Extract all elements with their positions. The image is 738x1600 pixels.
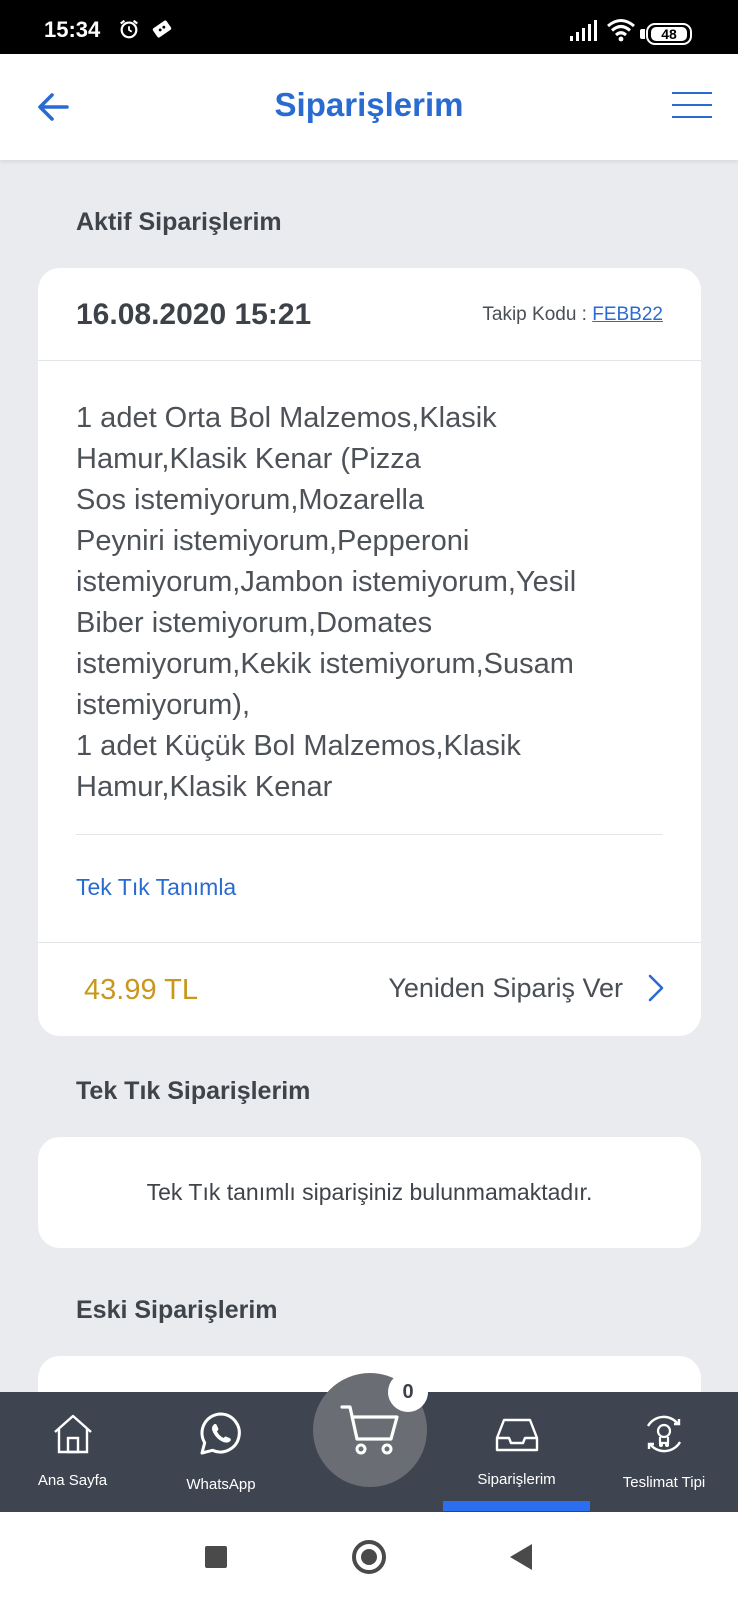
- app-header: Siparişlerim: [0, 54, 738, 160]
- order-description-line: istemiyorum,Jambon istemiyorum,Yesil: [76, 566, 577, 598]
- app-notification-icon: [152, 20, 172, 38]
- battery-icon: 48: [646, 23, 692, 45]
- order-description-line: Peyniri istemiyorum,Pepperoni: [76, 525, 470, 557]
- page-title: Siparişlerim: [274, 86, 464, 123]
- divider: [76, 834, 663, 835]
- order-description-line: 1 adet Küçük Bol Malzemos,Klasik: [76, 730, 521, 762]
- divider: [38, 360, 701, 361]
- order-description-line: Hamur,Klasik Kenar: [76, 771, 333, 803]
- order-description-line: Sos istemiyorum,Mozarella: [76, 484, 425, 516]
- home-icon: [53, 1414, 92, 1454]
- alarm-icon: [120, 19, 138, 39]
- order-description-line: istemiyorum),: [76, 689, 251, 721]
- system-navigation-bar: [0, 1512, 738, 1600]
- nav-item-home[interactable]: Ana Sayfa: [0, 1392, 145, 1512]
- nav-item-delivery-type[interactable]: Teslimat Tipi: [590, 1392, 738, 1512]
- empty-state-text: Tek Tık tanımlı siparişiniz bulunmamakta…: [146, 1179, 593, 1205]
- reorder-label: Yeniden Sipariş Ver: [388, 972, 623, 1003]
- tracking-label: Takip Kodu :: [482, 304, 593, 325]
- order-description-line: Hamur,Klasik Kenar (Pizza: [76, 443, 421, 475]
- whatsapp-icon: [200, 1412, 241, 1455]
- recent-apps-icon[interactable]: [205, 1546, 227, 1568]
- nav-label-active: Siparişlerim: [477, 1471, 556, 1488]
- tracking-info: Takip Kodu : FEBB22: [482, 304, 663, 326]
- active-order-card: 16.08.2020 15:21 Takip Kodu : FEBB22 1 a…: [38, 268, 701, 1036]
- section-title-active-orders: Aktif Siparişlerim: [76, 208, 282, 236]
- reorder-button[interactable]: Yeniden Sipariş Ver: [388, 968, 665, 1008]
- nav-label: WhatsApp: [186, 1476, 256, 1493]
- order-description-line: Biber istemiyorum,Domates: [76, 607, 433, 639]
- battery-level: 48: [651, 27, 687, 42]
- status-time: 15:34: [44, 17, 101, 42]
- hamburger-icon[interactable]: [672, 92, 712, 122]
- signal-icon: [570, 20, 597, 41]
- wifi-icon: [607, 19, 635, 42]
- one-click-define-link[interactable]: Tek Tık Tanımla: [76, 874, 236, 901]
- active-tab-indicator: [443, 1501, 590, 1511]
- section-title-old-orders: Eski Siparişlerim: [76, 1296, 278, 1324]
- chevron-right-icon: [648, 974, 664, 1002]
- nav-label: Teslimat Tipi: [622, 1474, 706, 1491]
- order-date: 16.08.2020 15:21: [76, 298, 312, 331]
- nav-item-whatsapp[interactable]: WhatsApp: [150, 1392, 292, 1512]
- shopping-cart-icon: [340, 1405, 399, 1455]
- status-bar: 15:34 48: [0, 0, 738, 54]
- nav-label: Ana Sayfa: [37, 1472, 108, 1489]
- battery-nub: [640, 29, 645, 39]
- order-description-line: 1 adet Orta Bol Malzemos,Klasik: [76, 402, 497, 434]
- home-button-icon[interactable]: [352, 1540, 386, 1574]
- order-description: 1 adet Orta Bol Malzemos,Klasik Hamur,Kl…: [76, 398, 666, 808]
- section-title-one-click-orders: Tek Tık Siparişlerim: [76, 1077, 311, 1105]
- inbox-tray-icon: [495, 1418, 538, 1452]
- cart-count-badge: 0: [388, 1372, 428, 1412]
- nav-item-orders[interactable]: Siparişlerim: [443, 1392, 590, 1512]
- one-click-empty-card: Tek Tık tanımlı siparişiniz bulunmamakta…: [38, 1137, 701, 1248]
- order-description-line: istemiyorum,Kekik istemiyorum,Susam: [76, 648, 574, 680]
- divider: [38, 942, 701, 943]
- back-triangle-icon[interactable]: [508, 1542, 534, 1572]
- order-price: 43.99 TL: [84, 974, 198, 1006]
- tracking-code-link[interactable]: FEBB22: [592, 304, 663, 325]
- delivery-type-icon: [646, 1415, 682, 1453]
